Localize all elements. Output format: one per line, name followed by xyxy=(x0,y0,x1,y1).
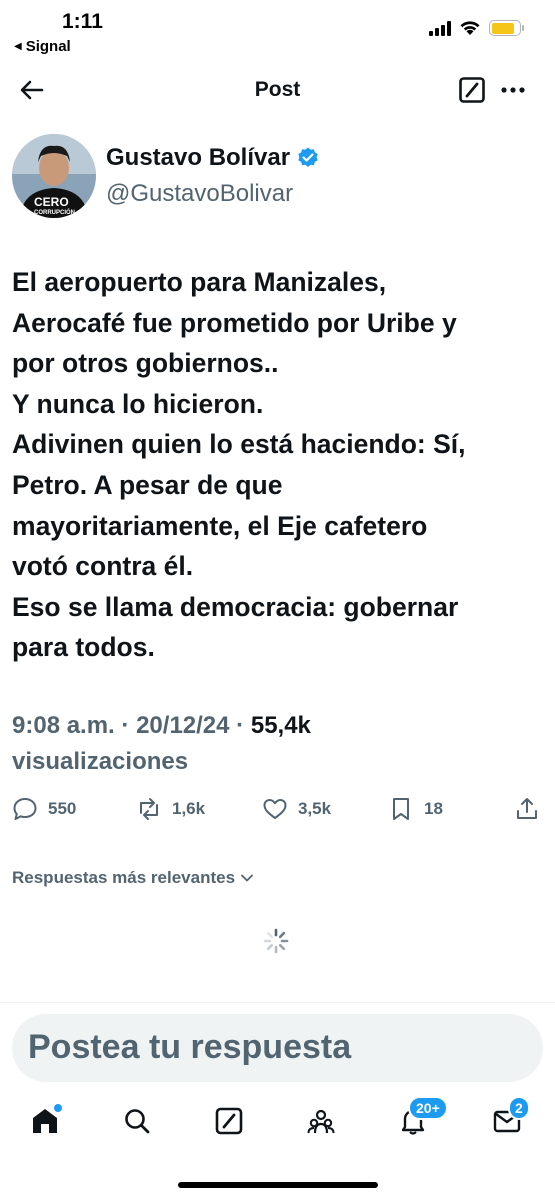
battery-icon xyxy=(489,20,524,36)
post-time[interactable]: 9:08 a.m. xyxy=(12,712,115,739)
battery-fill xyxy=(491,22,515,34)
bookmark-button[interactable]: 18 xyxy=(388,796,443,822)
post-date[interactable]: 20/12/24 xyxy=(136,712,229,739)
back-to-app-link[interactable]: ◀ Signal xyxy=(14,38,71,55)
reply-count: 550 xyxy=(48,799,77,818)
avatar-shirt-subtext: CORRUPCIÓN xyxy=(34,208,75,216)
meta-separator: · xyxy=(236,712,245,739)
like-count: 3,5k xyxy=(298,799,332,818)
post-actions: 550 1,6k 3,5k 18 xyxy=(0,796,555,836)
post-meta: 9:08 a.m. · 20/12/24 · 55,4k visualizaci… xyxy=(12,708,532,780)
reply-input[interactable]: Postea tu respuesta xyxy=(12,1014,543,1082)
bookmark-icon xyxy=(393,798,409,820)
like-button[interactable]: 3,5k xyxy=(262,796,331,822)
home-indicator[interactable] xyxy=(178,1182,378,1188)
heart-icon xyxy=(263,799,287,819)
tab-communities[interactable] xyxy=(306,1106,340,1140)
avatar-shirt-text: CERO xyxy=(34,195,69,209)
bookmark-count: 18 xyxy=(424,799,443,818)
tab-messages[interactable]: 2 xyxy=(492,1096,530,1140)
loading-spinner-icon xyxy=(263,928,289,954)
replies-sort-label: Respuestas más relevantes xyxy=(12,868,236,887)
more-options-icon[interactable] xyxy=(498,76,528,104)
views-label: visualizaciones xyxy=(12,748,189,775)
communities-icon xyxy=(307,1109,335,1134)
bottom-tab-bar: 20+ 2 xyxy=(0,1096,555,1158)
share-icon xyxy=(517,798,537,819)
home-unread-dot xyxy=(54,1104,62,1112)
tab-search[interactable] xyxy=(122,1106,156,1140)
repost-button[interactable]: 1,6k xyxy=(136,796,205,822)
repost-icon xyxy=(140,798,158,820)
verified-badge-icon xyxy=(298,147,318,167)
chevron-down-icon xyxy=(241,874,253,882)
author-handle[interactable]: @GustavoBolivar xyxy=(106,180,293,208)
wifi-icon xyxy=(460,21,480,35)
views-count: 55,4k xyxy=(250,712,311,739)
status-bar: 1:11 ◀ Signal xyxy=(0,0,555,62)
cellular-signal-icon xyxy=(429,20,451,36)
author-name-text: Gustavo Bolívar xyxy=(106,144,291,171)
notifications-badge: 20+ xyxy=(408,1096,448,1120)
tab-home[interactable] xyxy=(30,1104,64,1140)
post-text: El aeropuerto para Manizales, Aerocafé f… xyxy=(12,267,466,663)
grok-icon xyxy=(215,1107,243,1135)
reply-placeholder: Postea tu respuesta xyxy=(28,1028,352,1066)
replies-sort-dropdown[interactable]: Respuestas más relevantes xyxy=(12,868,256,888)
back-app-label: Signal xyxy=(25,38,71,55)
status-icons xyxy=(429,20,524,36)
meta-separator: · xyxy=(121,712,130,739)
status-time: 1:11 xyxy=(62,10,103,33)
reply-button[interactable]: 550 xyxy=(12,796,76,822)
post-header: Post xyxy=(0,62,555,118)
back-triangle-icon: ◀ xyxy=(14,41,22,52)
share-button[interactable] xyxy=(514,796,540,822)
repost-count: 1,6k xyxy=(172,799,206,818)
avatar[interactable]: CERO CORRUPCIÓN xyxy=(12,134,96,218)
tab-grok[interactable] xyxy=(214,1106,248,1140)
reply-icon xyxy=(13,798,37,820)
author-name[interactable]: Gustavo Bolívar xyxy=(106,144,320,172)
tab-notifications[interactable]: 20+ xyxy=(398,1096,448,1140)
grok-compose-icon[interactable] xyxy=(458,76,486,104)
messages-badge: 2 xyxy=(508,1096,530,1120)
divider xyxy=(0,1002,555,1003)
search-icon xyxy=(125,1109,150,1134)
